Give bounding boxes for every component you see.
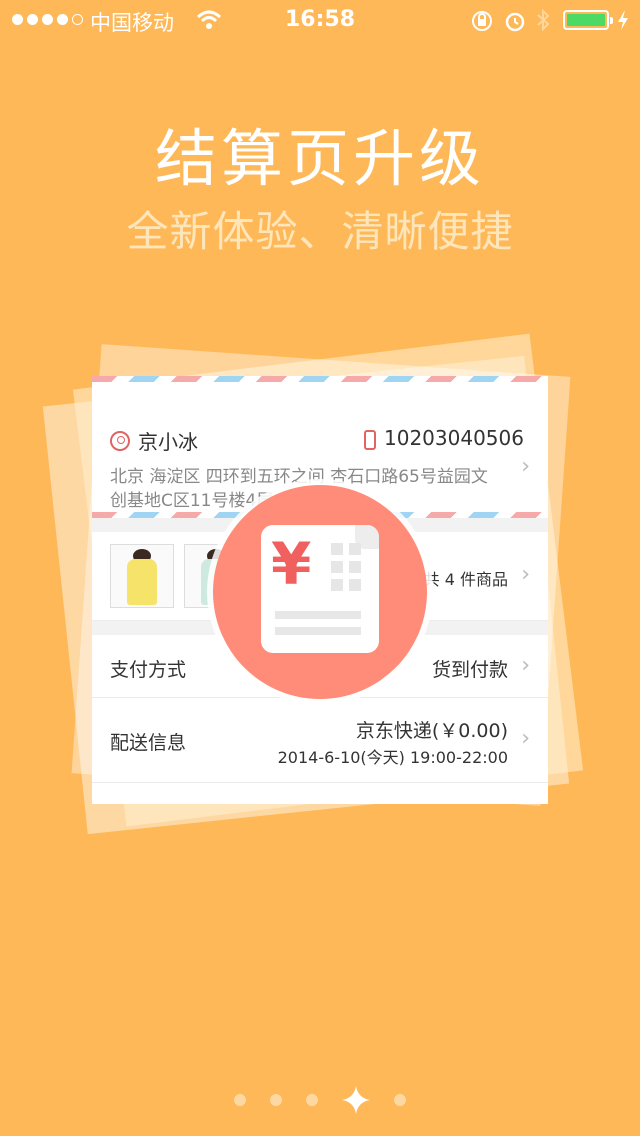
chevron-right-icon: › xyxy=(521,726,530,751)
charging-icon xyxy=(618,10,628,30)
page-dot[interactable] xyxy=(270,1094,282,1106)
receipt-badge: ¥ xyxy=(213,485,427,699)
chevron-right-icon: › xyxy=(521,653,530,678)
delivery-value: 京东快递(￥0.00) xyxy=(355,720,508,742)
yen-symbol: ¥ xyxy=(271,530,312,598)
receiver-phone: 10203040506 xyxy=(384,426,524,450)
address-line: 创基地C区11号楼4层 xyxy=(110,491,274,511)
receipt-icon: ¥ xyxy=(261,525,379,653)
product-thumbnail xyxy=(110,544,174,608)
rotation-lock-icon xyxy=(472,11,492,31)
status-bar: 中国移动 16:58 xyxy=(0,0,640,40)
payment-label: 支付方式 xyxy=(110,659,187,681)
battery-icon xyxy=(563,10,613,30)
chevron-right-icon: › xyxy=(521,454,530,479)
receiver-name: 京小冰 xyxy=(138,430,198,454)
payment-value: 货到付款 xyxy=(431,659,508,681)
chevron-right-icon: › xyxy=(521,562,530,587)
page-dot[interactable] xyxy=(394,1094,406,1106)
user-icon xyxy=(110,431,130,451)
delivery-time: 2014-6-10(今天) 19:00-22:00 xyxy=(277,748,508,767)
phone-icon xyxy=(364,430,376,450)
page-dot[interactable] xyxy=(306,1094,318,1106)
page-subtitle: 全新体验、清晰便捷 xyxy=(126,207,514,256)
delivery-info-row: 配送信息 京东快递(￥0.00) 2014-6-10(今天) 19:00-22:… xyxy=(92,698,548,783)
page-dot[interactable] xyxy=(234,1094,246,1106)
goods-count: 共 4 件商品 xyxy=(423,570,508,589)
page-title: 结算页升级 xyxy=(154,122,485,195)
alarm-icon xyxy=(505,12,525,32)
page-indicator[interactable] xyxy=(0,1086,640,1114)
delivery-label: 配送信息 xyxy=(110,732,187,754)
bluetooth-icon xyxy=(537,8,550,32)
page-dot-active-star-icon[interactable] xyxy=(342,1086,370,1114)
address-line: 北京 海淀区 四环到五环之间 杏石口路65号益园文 xyxy=(110,467,488,487)
